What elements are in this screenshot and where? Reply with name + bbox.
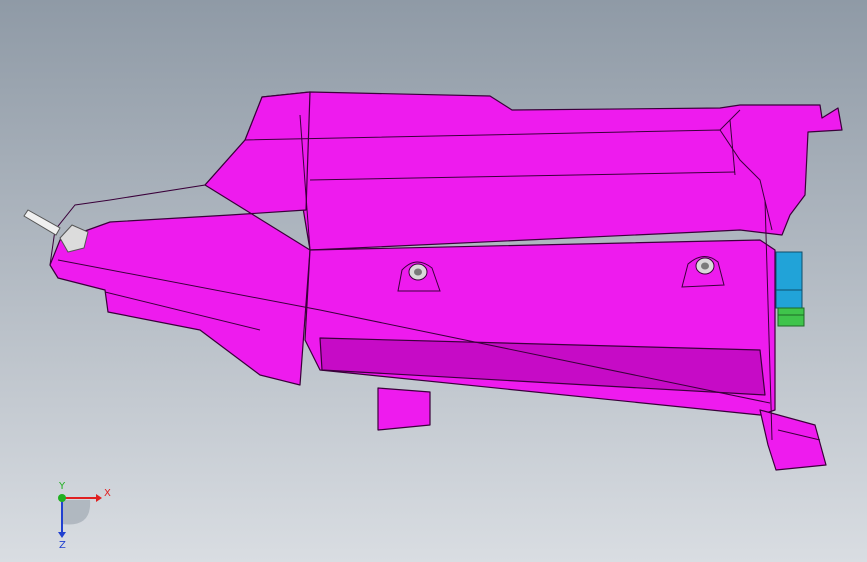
z-axis-label: Z	[59, 540, 66, 550]
connector-blue[interactable]	[775, 251, 803, 309]
x-axis-arrow-icon	[96, 494, 102, 502]
connector-green[interactable]	[777, 307, 805, 327]
triad-shade	[62, 500, 91, 525]
model-canvas[interactable]	[0, 0, 867, 562]
part-top-plate	[244, 91, 843, 251]
orientation-triad[interactable]: X Y Z	[40, 480, 120, 550]
x-axis-label: X	[104, 488, 111, 499]
3d-viewport[interactable]: X Y Z	[0, 0, 867, 562]
z-axis-arrow-icon	[58, 532, 66, 538]
y-axis-label: Y	[58, 481, 66, 492]
part-lower-flap	[377, 387, 431, 431]
y-axis-dot-icon	[58, 494, 66, 502]
